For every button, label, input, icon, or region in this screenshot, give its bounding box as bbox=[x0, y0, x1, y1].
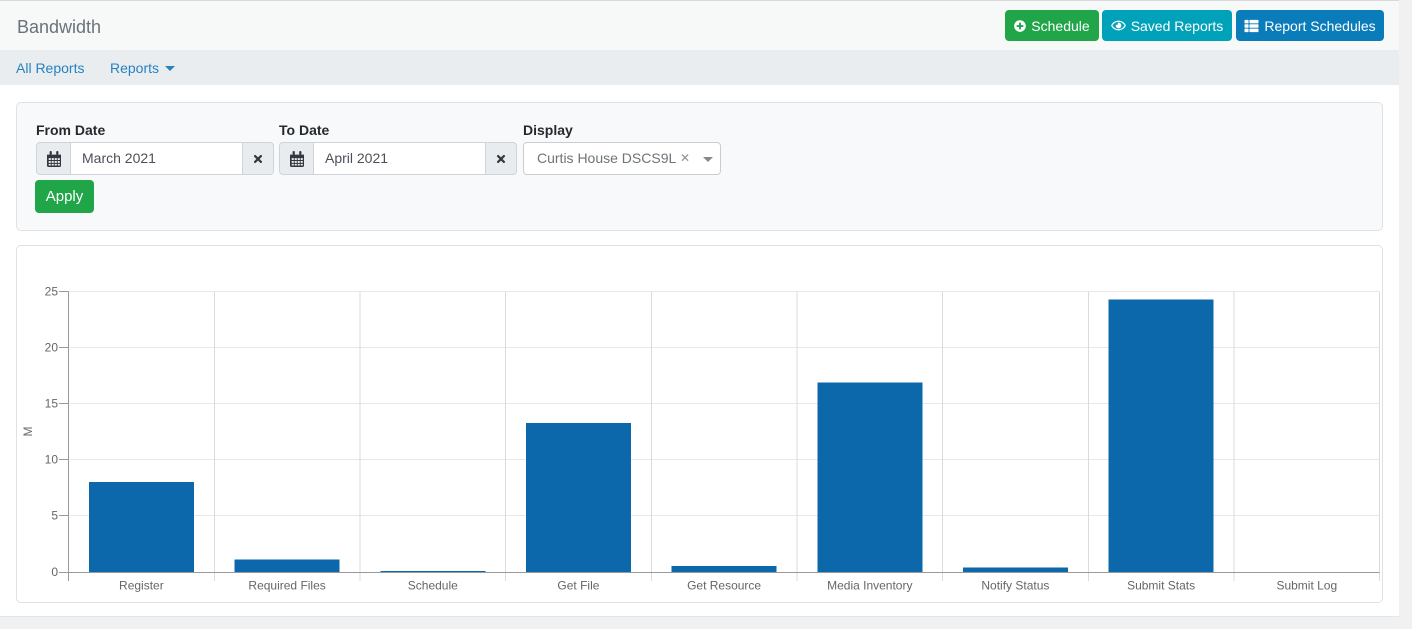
svg-text:Get File: Get File bbox=[557, 579, 599, 593]
svg-text:0: 0 bbox=[51, 565, 58, 579]
svg-text:Schedule: Schedule bbox=[408, 579, 458, 593]
svg-text:M: M bbox=[21, 427, 35, 437]
svg-text:Submit Log: Submit Log bbox=[1276, 579, 1337, 593]
svg-text:Notify Status: Notify Status bbox=[981, 579, 1049, 593]
svg-text:20: 20 bbox=[45, 341, 59, 355]
svg-text:25: 25 bbox=[45, 285, 59, 299]
svg-text:Get Resource: Get Resource bbox=[687, 579, 761, 593]
svg-text:Media Inventory: Media Inventory bbox=[827, 579, 912, 593]
svg-text:10: 10 bbox=[45, 453, 59, 467]
svg-text:Register: Register bbox=[119, 579, 164, 593]
svg-text:Submit Stats: Submit Stats bbox=[1127, 579, 1195, 593]
svg-text:5: 5 bbox=[51, 509, 58, 523]
svg-text:15: 15 bbox=[45, 397, 59, 411]
svg-text:Required Files: Required Files bbox=[248, 579, 325, 593]
